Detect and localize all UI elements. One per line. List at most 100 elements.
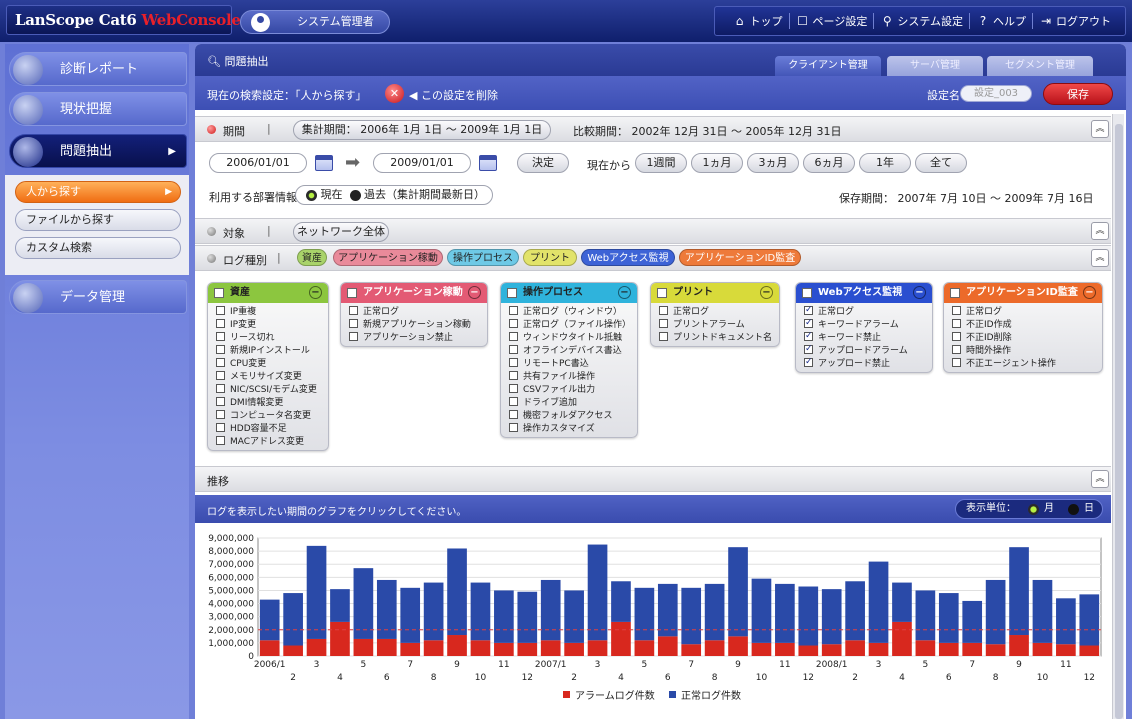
minimize-icon[interactable]: − bbox=[1083, 286, 1096, 299]
target-value[interactable]: ネットワーク全体 bbox=[293, 222, 389, 242]
bar-alarm[interactable] bbox=[564, 642, 584, 656]
bar-normal[interactable] bbox=[400, 587, 421, 643]
scrollbar[interactable] bbox=[1112, 114, 1124, 719]
checkbox[interactable] bbox=[509, 306, 518, 315]
checkbox-item[interactable]: 正常ログ bbox=[659, 306, 779, 319]
bar-normal[interactable] bbox=[915, 590, 936, 641]
card-select-all-checkbox[interactable] bbox=[347, 288, 357, 298]
checkbox[interactable] bbox=[952, 358, 961, 367]
checkbox-item[interactable]: MACアドレス変更 bbox=[216, 436, 328, 449]
checkbox[interactable] bbox=[509, 345, 518, 354]
period-to-input[interactable]: 2009/01/01 bbox=[373, 153, 471, 173]
card-select-all-checkbox[interactable] bbox=[214, 288, 224, 298]
checkbox-item[interactable]: キーワードアラーム bbox=[804, 317, 932, 332]
checkbox-item[interactable]: 操作カスタマイズ bbox=[509, 423, 637, 436]
bar-alarm[interactable] bbox=[892, 621, 912, 656]
bar-normal[interactable] bbox=[845, 581, 865, 641]
submenu-custom-search[interactable]: カスタム検索 bbox=[15, 237, 181, 259]
checkbox-item[interactable]: 正常ログ（ウィンドウ） bbox=[509, 306, 637, 319]
bar-normal[interactable] bbox=[985, 579, 1006, 645]
bar-normal[interactable] bbox=[868, 561, 889, 643]
bar-alarm[interactable] bbox=[775, 642, 795, 656]
checkbox[interactable] bbox=[349, 319, 358, 328]
bar-alarm[interactable] bbox=[751, 642, 772, 656]
bar-alarm[interactable] bbox=[517, 642, 538, 656]
sidebar-item-problem[interactable]: 問題抽出 ▶ bbox=[9, 134, 187, 168]
bar-normal[interactable] bbox=[353, 568, 374, 639]
checkbox[interactable] bbox=[509, 332, 518, 341]
bar-normal[interactable] bbox=[634, 587, 655, 641]
logtype-tag-print[interactable]: プリント bbox=[523, 249, 577, 266]
checkbox-item[interactable]: 不正ID削除 bbox=[952, 332, 1102, 345]
minimize-icon[interactable]: − bbox=[468, 286, 481, 299]
card-select-all-checkbox[interactable] bbox=[657, 288, 667, 298]
sidebar-item-data[interactable]: データ管理 bbox=[9, 280, 187, 314]
checkbox[interactable] bbox=[509, 410, 518, 419]
bar-normal[interactable] bbox=[798, 586, 819, 646]
bar-normal[interactable] bbox=[821, 589, 842, 645]
delete-setting-button[interactable]: ✕ bbox=[385, 84, 404, 103]
quick-6month-button[interactable]: 6ヵ月 bbox=[803, 153, 855, 173]
checkbox[interactable] bbox=[659, 306, 668, 315]
bar-normal[interactable] bbox=[447, 548, 467, 636]
checkbox[interactable] bbox=[509, 397, 518, 406]
bar-alarm[interactable] bbox=[704, 640, 725, 656]
period-from-input[interactable]: 2006/01/01 bbox=[209, 153, 307, 173]
bar-normal[interactable] bbox=[751, 578, 772, 643]
checkbox-item[interactable]: プリントドキュメント名 bbox=[659, 332, 779, 345]
submenu-search-person[interactable]: 人から探す ▶ bbox=[15, 181, 181, 203]
bar-alarm[interactable] bbox=[423, 640, 444, 656]
collapse-icon[interactable]: ︽ bbox=[1091, 120, 1109, 138]
collapse-icon[interactable]: ︽ bbox=[1091, 249, 1109, 267]
logtype-tag-asset[interactable]: 資産 bbox=[297, 249, 327, 266]
sidebar-item-status[interactable]: 現状把握 bbox=[9, 92, 187, 126]
bar-alarm[interactable] bbox=[985, 644, 1006, 656]
checkbox-item[interactable]: 機密フォルダアクセス bbox=[509, 410, 637, 423]
bar-alarm[interactable] bbox=[330, 621, 350, 656]
nav-page-settings[interactable]: ☐ ページ設定 bbox=[788, 13, 874, 29]
minimize-icon[interactable]: − bbox=[913, 286, 926, 299]
checkbox[interactable] bbox=[509, 384, 518, 393]
checkbox[interactable] bbox=[804, 304, 813, 317]
checkbox-item[interactable]: CPU変更 bbox=[216, 358, 328, 371]
bar-alarm[interactable] bbox=[728, 636, 748, 656]
checkbox[interactable] bbox=[804, 317, 813, 330]
minimize-icon[interactable]: − bbox=[618, 286, 631, 299]
checkbox[interactable] bbox=[216, 306, 225, 315]
bar-alarm[interactable] bbox=[681, 644, 702, 656]
bar-normal[interactable] bbox=[1009, 547, 1029, 636]
checkbox-item[interactable]: 正常ログ bbox=[349, 306, 487, 319]
bar-alarm[interactable] bbox=[259, 640, 280, 656]
bar-alarm[interactable] bbox=[447, 635, 467, 656]
submenu-search-file[interactable]: ファイルから探す bbox=[15, 209, 181, 231]
checkbox-item[interactable]: アプリケーション禁止 bbox=[349, 332, 487, 345]
nav-top[interactable]: ⌂ トップ bbox=[727, 13, 789, 29]
bar-normal[interactable] bbox=[564, 590, 584, 643]
bar-normal[interactable] bbox=[494, 590, 514, 643]
checkbox[interactable] bbox=[216, 423, 225, 432]
bar-alarm[interactable] bbox=[868, 642, 889, 656]
radio-current[interactable] bbox=[306, 189, 317, 201]
checkbox-item[interactable]: IP変更 bbox=[216, 319, 328, 332]
quick-1week-button[interactable]: 1週間 bbox=[635, 153, 687, 173]
bar-normal[interactable] bbox=[962, 600, 983, 643]
quick-3month-button[interactable]: 3ヵ月 bbox=[747, 153, 799, 173]
checkbox-item[interactable]: HDD容量不足 bbox=[216, 423, 328, 436]
checkbox-item[interactable]: ドライブ追加 bbox=[509, 397, 637, 410]
trend-chart[interactable]: 01,000,0002,000,0003,000,0004,000,0005,0… bbox=[195, 524, 1111, 719]
bar-normal[interactable] bbox=[1079, 594, 1100, 646]
minimize-icon[interactable]: − bbox=[760, 286, 773, 299]
checkbox[interactable] bbox=[216, 410, 225, 419]
checkbox-item[interactable]: 正常ログ（ファイル操作） bbox=[509, 319, 637, 332]
collapse-icon[interactable]: ︽ bbox=[1091, 222, 1109, 240]
checkbox-item[interactable]: 時間外操作 bbox=[952, 345, 1102, 358]
checkbox-item[interactable]: DMI情報変更 bbox=[216, 397, 328, 410]
bar-normal[interactable] bbox=[728, 547, 748, 637]
app-logo[interactable]: LanScope Cat6 WebConsole bbox=[6, 5, 241, 35]
bar-normal[interactable] bbox=[283, 593, 303, 646]
bar-alarm[interactable] bbox=[540, 640, 561, 656]
checkbox[interactable] bbox=[216, 358, 225, 367]
delete-setting-link[interactable]: ◀ この設定を削除 bbox=[409, 87, 498, 103]
bar-alarm[interactable] bbox=[611, 621, 631, 656]
bar-normal[interactable] bbox=[587, 544, 608, 641]
